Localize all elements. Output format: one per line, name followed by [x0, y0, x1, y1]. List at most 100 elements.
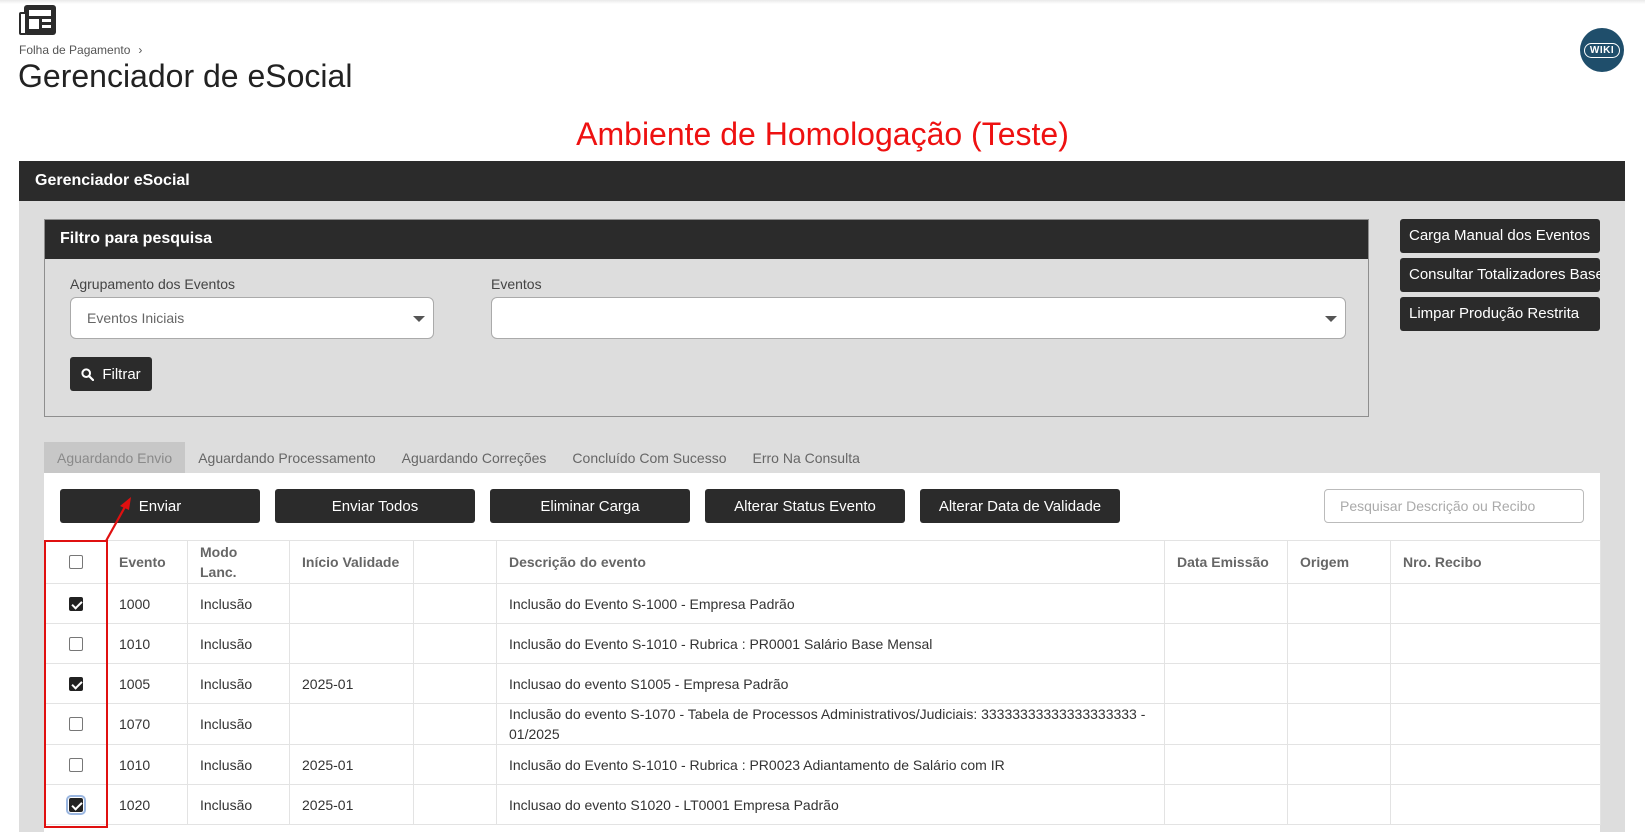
chevron-right-icon: ›	[138, 43, 143, 57]
breadcrumb-item-folha[interactable]: Folha de Pagamento	[19, 43, 130, 57]
cell-modo: Inclusão	[187, 663, 290, 704]
cell-modo: Inclusão	[187, 623, 290, 664]
col-evento[interactable]: Evento	[106, 540, 188, 584]
filter-button-label: Filtrar	[102, 365, 141, 383]
cell-data-emissao	[1164, 744, 1288, 785]
cell-data-emissao	[1164, 583, 1288, 624]
col-inicio-validade[interactable]: Início Validade	[289, 540, 414, 584]
cell-descricao: Inclusao do evento S1020 - LT0001 Empres…	[496, 784, 1165, 825]
cell-blank	[413, 744, 497, 785]
cell-descricao: Inclusão do Evento S-1000 - Empresa Padr…	[496, 583, 1165, 624]
consultar-totalizadores-button[interactable]: Consultar Totalizadores Base	[1400, 258, 1600, 292]
events-table: Evento Modo Lanc. Início Validade Descri…	[44, 540, 1601, 825]
chevron-down-icon	[1325, 316, 1337, 322]
cell-inicio	[289, 703, 414, 745]
cell-evento: 1005	[106, 663, 188, 704]
cell-origem	[1287, 663, 1391, 704]
col-origem[interactable]: Origem	[1287, 540, 1391, 584]
cell-blank	[413, 703, 497, 745]
tab-aguardando-correcoes[interactable]: Aguardando Correções	[389, 442, 560, 474]
tab-concluido-com-sucesso[interactable]: Concluído Com Sucesso	[559, 442, 739, 474]
cell-data-emissao	[1164, 784, 1288, 825]
row-checkbox[interactable]	[68, 717, 83, 731]
row-checkbox[interactable]	[68, 596, 83, 611]
filter-section: Filtro para pesquisa Agrupamento dos Eve…	[44, 219, 1369, 417]
cell-evento: 1070	[106, 703, 188, 745]
breadcrumb: Folha de Pagamento ›	[19, 43, 142, 57]
chevron-down-icon	[413, 316, 425, 322]
cell-inicio	[289, 623, 414, 664]
events-select[interactable]	[491, 297, 1346, 339]
row-select-cell	[44, 784, 107, 825]
cell-recibo	[1390, 583, 1601, 624]
environment-banner: Ambiente de Homologação (Teste)	[576, 116, 1069, 152]
cell-recibo	[1390, 784, 1601, 825]
select-all-cell	[44, 540, 107, 584]
filter-button[interactable]: Filtrar	[70, 357, 152, 391]
panel-header: Gerenciador eSocial	[19, 161, 1625, 201]
search-icon	[81, 367, 95, 381]
alterar-status-button[interactable]: Alterar Status Evento	[705, 489, 905, 523]
cell-blank	[413, 583, 497, 624]
search-input[interactable]	[1324, 489, 1584, 523]
cell-recibo	[1390, 744, 1601, 785]
row-select-cell	[44, 663, 107, 704]
col-modo-lanc[interactable]: Modo Lanc.	[187, 540, 290, 584]
cell-modo: Inclusão	[187, 583, 290, 624]
cell-blank	[413, 623, 497, 664]
cell-origem	[1287, 583, 1391, 624]
col-blank	[413, 540, 497, 584]
cell-data-emissao	[1164, 703, 1288, 745]
table-row: 1070 Inclusão Inclusão do evento S-1070 …	[44, 703, 1601, 745]
carga-manual-button[interactable]: Carga Manual dos Eventos	[1400, 219, 1600, 253]
select-all-checkbox[interactable]	[68, 555, 83, 569]
events-label: Eventos	[491, 276, 542, 292]
cell-inicio: 2025-01	[289, 784, 414, 825]
row-checkbox[interactable]	[65, 794, 86, 815]
cell-recibo	[1390, 663, 1601, 704]
cell-modo: Inclusão	[187, 784, 290, 825]
cell-inicio: 2025-01	[289, 663, 414, 704]
cell-evento: 1010	[106, 623, 188, 664]
col-descricao[interactable]: Descrição do evento	[496, 540, 1165, 584]
alterar-data-validade-button[interactable]: Alterar Data de Validade	[920, 489, 1120, 523]
cell-descricao: Inclusão do Evento S-1010 - Rubrica : PR…	[496, 623, 1165, 664]
wiki-label: WIKI	[1583, 42, 1621, 58]
tab-aguardando-envio[interactable]: Aguardando Envio	[44, 442, 186, 474]
table-row: 1000 Inclusão Inclusão do Evento S-1000 …	[44, 583, 1601, 624]
newspaper-icon[interactable]	[18, 4, 58, 38]
cell-modo: Inclusão	[187, 703, 290, 745]
row-select-cell	[44, 744, 107, 785]
cell-descricao: Inclusão do Evento S-1010 - Rubrica : PR…	[496, 744, 1165, 785]
enviar-button[interactable]: Enviar	[60, 489, 260, 523]
group-select[interactable]: Eventos Iniciais	[70, 297, 434, 339]
enviar-todos-button[interactable]: Enviar Todos	[275, 489, 475, 523]
table-header-row: Evento Modo Lanc. Início Validade Descri…	[44, 540, 1601, 584]
row-checkbox[interactable]	[68, 636, 83, 651]
row-checkbox[interactable]	[68, 757, 83, 772]
eliminar-carga-button[interactable]: Eliminar Carga	[490, 489, 690, 523]
cell-evento: 1010	[106, 744, 188, 785]
wiki-button[interactable]: WIKI	[1580, 28, 1624, 72]
cell-inicio	[289, 583, 414, 624]
cell-evento: 1000	[106, 583, 188, 624]
col-data-emissao[interactable]: Data Emissão	[1164, 540, 1288, 584]
filter-title: Filtro para pesquisa	[45, 220, 1368, 259]
col-nro-recibo[interactable]: Nro. Recibo	[1390, 540, 1601, 584]
cell-inicio: 2025-01	[289, 744, 414, 785]
cell-blank	[413, 784, 497, 825]
table-row: 1005 Inclusão 2025-01 Inclusao do evento…	[44, 663, 1601, 704]
cell-recibo	[1390, 703, 1601, 745]
limpar-producao-button[interactable]: Limpar Produção Restrita	[1400, 297, 1600, 331]
group-label: Agrupamento dos Eventos	[70, 276, 235, 292]
cell-data-emissao	[1164, 623, 1288, 664]
status-tabs: Aguardando Envio Aguardando Processament…	[44, 442, 873, 474]
table-row: 1010 Inclusão Inclusão do Evento S-1010 …	[44, 623, 1601, 664]
row-checkbox[interactable]	[68, 676, 83, 691]
tab-aguardando-processamento[interactable]: Aguardando Processamento	[185, 442, 388, 474]
top-shadow	[0, 0, 1645, 4]
row-select-cell	[44, 583, 107, 624]
cell-descricao: Inclusão do evento S-1070 - Tabela de Pr…	[496, 703, 1165, 745]
cell-modo: Inclusão	[187, 744, 290, 785]
tab-erro-na-consulta[interactable]: Erro Na Consulta	[740, 442, 873, 474]
